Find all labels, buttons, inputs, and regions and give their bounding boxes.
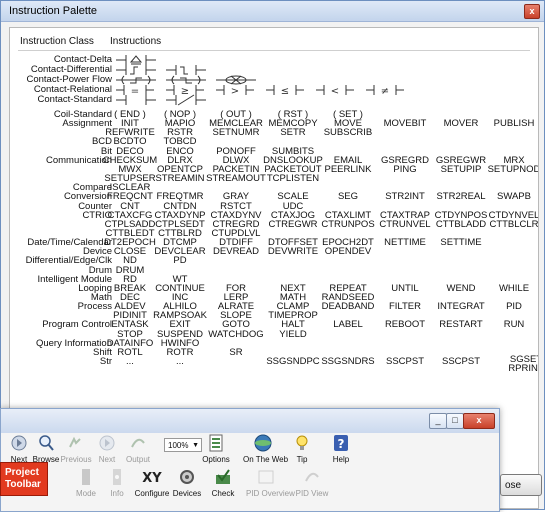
project-window-titlebar: _ □ x: [1, 409, 499, 433]
output-icon: [126, 431, 150, 455]
column-header-instructions: Instructions: [110, 36, 162, 47]
toolbar-button-label: Help: [332, 455, 350, 464]
devices-icon: [175, 465, 199, 489]
toolbar-button-label: On The Web: [243, 455, 289, 464]
header-divider: [18, 50, 530, 51]
svg-text:?: ?: [338, 437, 345, 451]
toolbar-button-label: PID View: [295, 489, 329, 498]
ladder-symbols[interactable]: [116, 94, 416, 106]
zoom-select[interactable]: 100% ▼: [164, 438, 202, 452]
toolbar-button-help[interactable]: ? Help: [321, 431, 361, 465]
column-header-class: Instruction Class: [20, 36, 94, 47]
tip-icon: [290, 431, 314, 455]
toolbar-button-label: Info: [110, 489, 124, 498]
chevron-down-icon: ▼: [192, 442, 199, 449]
ladder-symbols[interactable]: [116, 55, 416, 65]
ladder-symbols[interactable]: = ≥ > ≤ < ≠: [116, 85, 416, 97]
toolbar-button-output[interactable]: Output: [118, 431, 158, 465]
maximize-icon[interactable]: □: [446, 413, 464, 429]
minimize-icon[interactable]: _: [429, 413, 447, 429]
toolbar-button-label: Options: [202, 455, 230, 464]
toolbar-button-info[interactable]: Info: [97, 465, 137, 499]
instruction-row-partial: Str...... SSGSNDPC SSGSNDRS SSCPST SSCPST: [10, 357, 538, 367]
previous-icon: [64, 431, 88, 455]
toolbar-button-check[interactable]: Check: [203, 465, 243, 499]
toolbar-button-options[interactable]: Options: [196, 431, 236, 465]
toolbar-button-web[interactable]: On The Web: [243, 431, 289, 465]
toolbar-button-label: PID Overview: [246, 489, 295, 498]
toolbar-button-pid-view[interactable]: PID View: [292, 465, 332, 499]
help-icon: ?: [329, 431, 353, 455]
project-window: _ □ x Next Browse Previous Next Output Option…: [0, 408, 500, 512]
pid-view-icon: [300, 465, 324, 489]
instruction-item[interactable]: ...: [140, 357, 220, 367]
project-toolbar-callout-text: Project Toolbar: [5, 467, 41, 490]
ladder-symbols[interactable]: [116, 75, 416, 85]
close-icon[interactable]: x: [463, 413, 495, 429]
toolbar-button-configure[interactable]: XY Configure: [132, 465, 172, 499]
instruction-item[interactable]: SSCPST: [421, 357, 501, 367]
instruction-item[interactable]: RPRINT: [506, 364, 538, 374]
check-icon: [211, 465, 235, 489]
titlebar: Instruction Palette x: [1, 1, 544, 22]
ladder-symbols[interactable]: [116, 65, 416, 75]
toolbar-button-tip[interactable]: Tip: [282, 431, 322, 465]
browse-icon: [34, 431, 58, 455]
toolbar-button-label: Tip: [296, 455, 308, 464]
toolbar-button-label: Output: [125, 455, 150, 464]
mode-icon: [74, 465, 98, 489]
web-icon: [251, 431, 275, 455]
window-title: Instruction Palette: [9, 5, 98, 17]
options-icon: [204, 431, 228, 455]
project-toolbar-callout: Project Toolbar: [0, 462, 48, 496]
instruction-class-label: Contact-Standard: [37, 94, 112, 105]
zoom-value: 100%: [168, 441, 189, 450]
toolbar-button-label: Check: [211, 489, 235, 498]
svg-text:XY: XY: [142, 471, 162, 486]
toolbar-button-devices[interactable]: Devices: [167, 465, 207, 499]
close-button-label: ose: [505, 480, 522, 491]
configure-icon: XY: [140, 465, 164, 489]
info-icon: [105, 465, 129, 489]
close-button[interactable]: ose: [500, 474, 542, 496]
toolbar-button-label: Devices: [172, 489, 202, 498]
toolbar-button-pid-overview[interactable]: PID Overview: [246, 465, 295, 499]
toolbar-button-label: Configure: [134, 489, 170, 498]
ladder-row: Contact-Standard: [10, 94, 538, 106]
next-icon: [95, 431, 119, 455]
pid-overview-icon: [254, 465, 278, 489]
close-icon[interactable]: x: [524, 4, 540, 19]
